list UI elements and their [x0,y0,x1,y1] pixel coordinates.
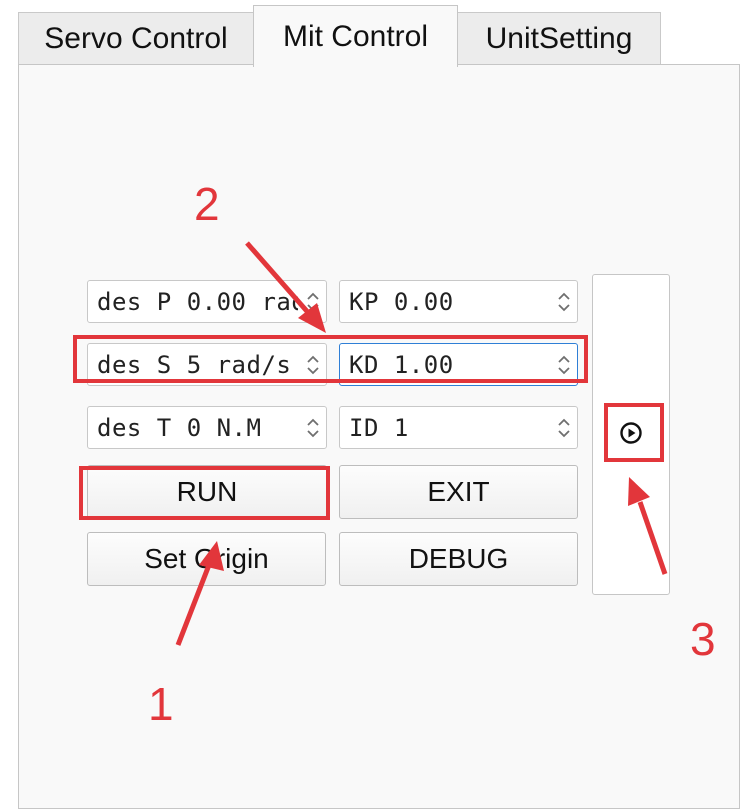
id-value: ID 1 [349,413,409,442]
des-s-spinbox[interactable]: des S 5 rad/s [87,343,327,386]
annotation-number-3: 3 [690,613,716,665]
updown-arrows-icon[interactable] [555,289,573,314]
run-button[interactable]: RUN [87,465,327,519]
id-spinbox[interactable]: ID 1 [339,406,578,449]
updown-arrows-icon[interactable] [304,415,322,440]
des-p-spinbox[interactable]: des P 0.00 rad [87,280,327,323]
tab-unit-setting[interactable]: UnitSetting [457,12,661,64]
des-p-value: des P 0.00 rad [97,287,298,316]
tab-mit-control[interactable]: Mit Control [253,5,458,67]
kd-value: KD 1.00 [349,350,454,379]
annotation-number-1: 1 [148,678,174,730]
kp-value: KP 0.00 [349,287,454,316]
updown-arrows-icon[interactable] [304,289,322,314]
kd-spinbox[interactable]: KD 1.00 [339,343,578,386]
updown-arrows-icon[interactable] [555,352,573,377]
debug-button[interactable]: DEBUG [339,532,578,586]
set-origin-button[interactable]: Set Origin [87,532,326,586]
tab-bar: Servo Control Mit Control UnitSetting [0,0,747,67]
updown-arrows-icon[interactable] [304,352,322,377]
play-circle-icon[interactable] [618,420,644,446]
annotation-number-2: 2 [194,178,220,230]
des-s-value: des S 5 rad/s [97,350,292,379]
des-t-value: des T 0 N.M [97,413,262,442]
tab-servo-control[interactable]: Servo Control [18,12,254,64]
updown-arrows-icon[interactable] [555,415,573,440]
kp-spinbox[interactable]: KP 0.00 [339,280,578,323]
des-t-spinbox[interactable]: des T 0 N.M [87,406,327,449]
exit-button[interactable]: EXIT [339,465,578,519]
